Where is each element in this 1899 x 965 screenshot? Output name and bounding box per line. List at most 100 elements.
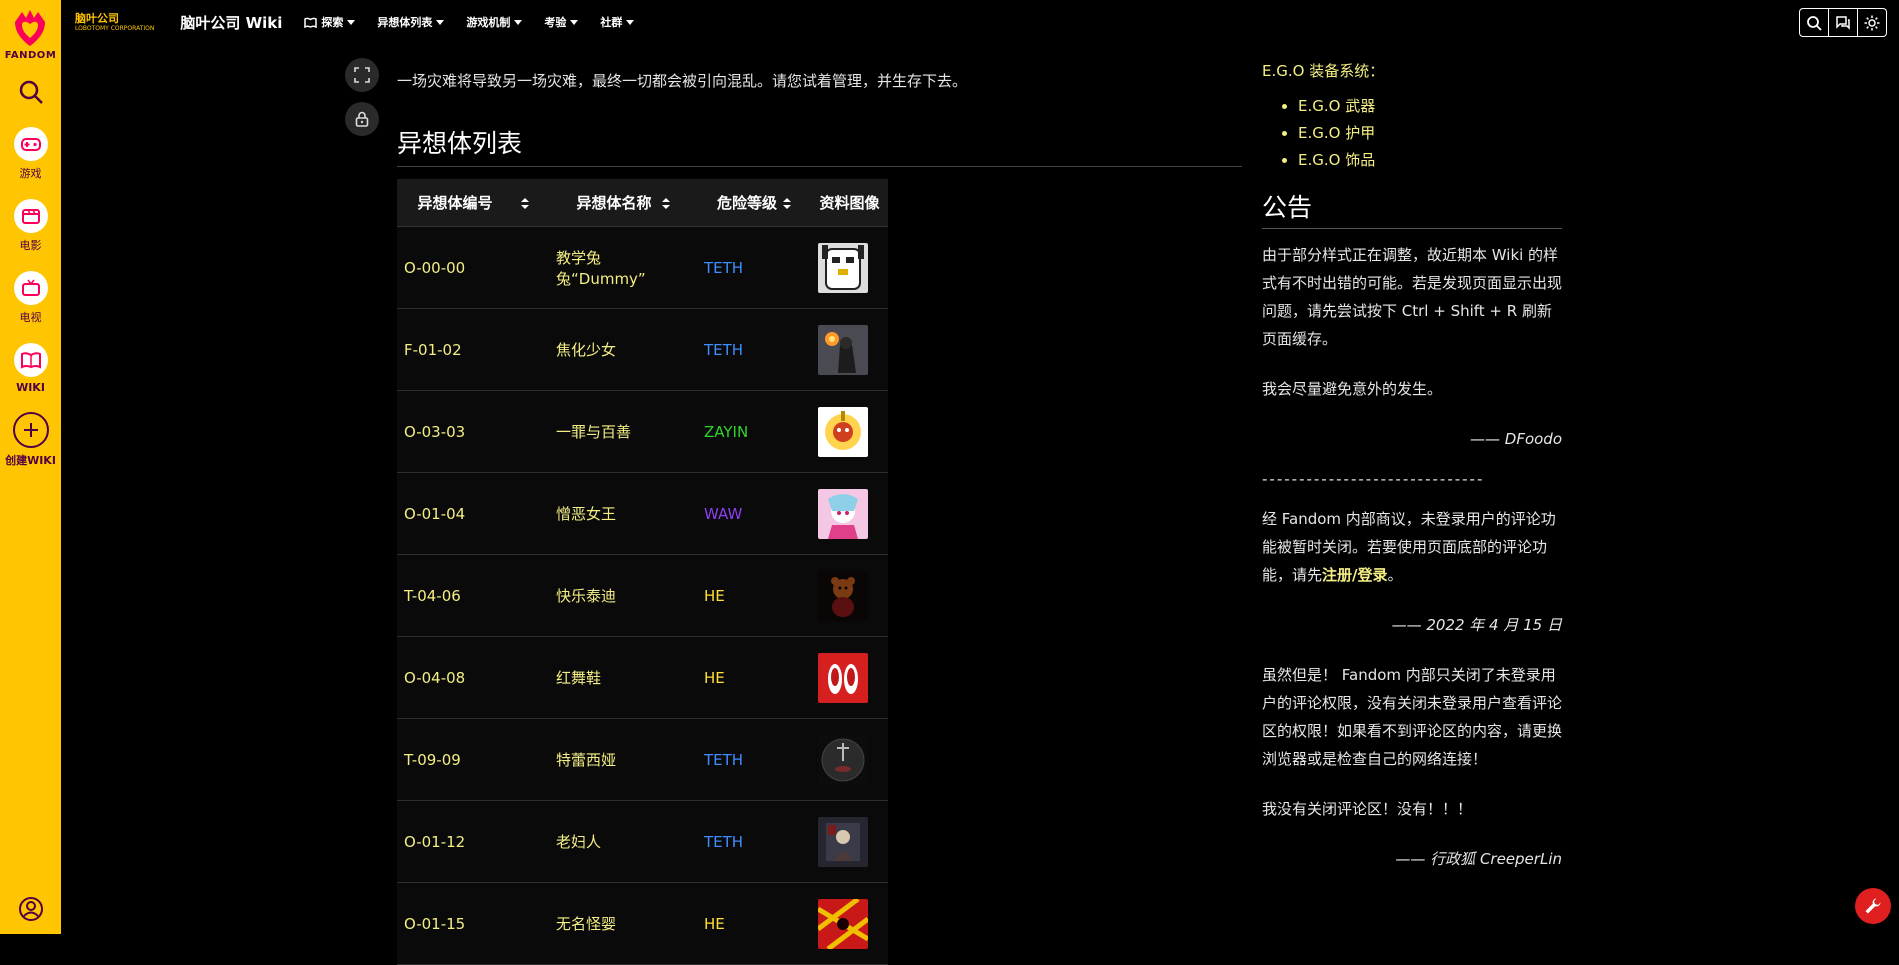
nav-abnormality-list[interactable]: 异想体列表 [377, 14, 445, 30]
chevron-down-icon [626, 19, 635, 25]
book-icon [304, 17, 318, 28]
table-header-row: 异想体编号 异想体名称 危险等级 资料图像 [397, 179, 888, 227]
table-row: O-01-12 老妇人 TETH [397, 800, 888, 883]
red-shoes-image[interactable] [818, 652, 868, 703]
image-cell [811, 226, 888, 309]
column-header-code[interactable]: 异想体编号 [397, 179, 549, 227]
signature: —— DFoodo [1470, 430, 1562, 448]
abnormality-name-link[interactable]: 快乐泰迪 [549, 554, 697, 637]
column-header-name[interactable]: 异想体名称 [549, 179, 697, 227]
film-icon [21, 209, 40, 224]
ego-armor-link[interactable]: E.G.O 护甲 [1298, 122, 1562, 143]
user-account-button[interactable] [0, 896, 61, 922]
fandom-logo[interactable]: FANDOM [5, 8, 57, 61]
sort-icon [661, 195, 670, 213]
announcement-title: 公告 [1262, 188, 1562, 229]
abnormality-name-link[interactable]: 老妇人 [549, 800, 697, 883]
rail-item-create-wiki[interactable]: 创建WIKI [5, 412, 56, 468]
site-logo[interactable]: 脑叶公司 LOBOTOMY CORPORATION [75, 12, 155, 32]
column-header-risk[interactable]: 危险等级 [697, 179, 811, 227]
one-sin-image[interactable] [818, 406, 868, 457]
header-label: 危险等级 [716, 194, 777, 212]
abnormality-name-link[interactable]: 一罪与百善 [549, 390, 697, 473]
table-row: O-04-08 红舞鞋 HE [397, 636, 888, 719]
expand-content-button[interactable] [345, 58, 379, 92]
table-row: T-09-09 特蕾西娅 TETH [397, 718, 888, 801]
announcement-paragraph: 我会尽量避免意外的发生。 [1262, 380, 1443, 398]
lock-icon [355, 111, 369, 127]
global-search-button[interactable] [18, 79, 44, 109]
scorched-girl-image[interactable] [818, 324, 868, 375]
abnormality-table: 异想体编号 异想体名称 危险等级 资料图像 O-00-00 教学兔兔“Dummy… [397, 179, 888, 965]
theresia-image[interactable] [818, 734, 868, 785]
abnormality-code: O-03-03 [397, 390, 549, 473]
nav-explore[interactable]: 探索 [304, 14, 356, 30]
ego-weapon-link[interactable]: E.G.O 武器 [1298, 95, 1562, 116]
header-tools [1799, 8, 1887, 37]
divider-line: ------------------------------ [1262, 470, 1485, 488]
abnormality-name-link[interactable]: 焦化少女 [549, 308, 697, 391]
nameless-fetus-image[interactable] [818, 898, 868, 949]
wiki-nav: 探索 异想体列表 游戏机制 考验 社群 [304, 14, 656, 30]
plus-icon [23, 423, 38, 437]
abnormality-code: O-01-04 [397, 472, 549, 555]
sort-icon [520, 195, 529, 213]
risk-level: HE [697, 882, 811, 965]
fandom-heart-icon [15, 10, 46, 46]
nav-game-mechanics[interactable]: 游戏机制 [466, 14, 523, 30]
risk-level: WAW [697, 472, 811, 555]
abnormality-code: O-01-12 [397, 800, 549, 883]
image-cell [811, 554, 888, 637]
image-cell [811, 718, 888, 801]
discussions-button[interactable] [1829, 8, 1858, 37]
ego-system-link[interactable]: E.G.O 装备系统： [1262, 60, 1562, 81]
image-cell [811, 636, 888, 719]
community-header: 脑叶公司 LOBOTOMY CORPORATION 脑叶公司 Wiki 探索 异… [61, 0, 1899, 44]
happy-teddy-image[interactable] [818, 570, 868, 621]
abnormality-name-link[interactable]: 特蕾西娅 [549, 718, 697, 801]
nav-label: 游戏机制 [466, 16, 511, 29]
site-logo-subtext: LOBOTOMY CORPORATION [75, 24, 155, 32]
image-cell [811, 472, 888, 555]
wiki-name[interactable]: 脑叶公司 Wiki [180, 12, 282, 33]
rail-item-tv[interactable]: 电视 [13, 271, 48, 325]
old-lady-image[interactable] [818, 816, 868, 867]
theme-toggle-button[interactable] [1858, 8, 1887, 37]
table-row: T-04-06 快乐泰迪 HE [397, 554, 888, 637]
nav-ordeals[interactable]: 考验 [544, 14, 579, 30]
abnormality-name-link[interactable]: 憎恶女王 [549, 472, 697, 555]
fandom-global-nav: FANDOM 游戏 电影 电视 WIKI 创建WIKI [0, 0, 61, 934]
signature: —— 行政狐 CreeperLin [1395, 850, 1562, 868]
column-header-image: 资料图像 [811, 179, 888, 227]
queen-of-hatred-image[interactable] [818, 488, 868, 539]
ego-gift-link[interactable]: E.G.O 饰品 [1298, 149, 1562, 170]
rail-item-movies[interactable]: 电影 [13, 199, 48, 253]
image-cell [811, 800, 888, 883]
rail-item-wiki[interactable]: WIKI [13, 343, 48, 394]
abnormality-name-link[interactable]: 无名怪婴 [549, 882, 697, 965]
announcement-paragraph: 虽然但是！ Fandom 内部只关闭了未登录用户的评论权限，没有关闭未登录用户查… [1262, 666, 1563, 768]
chevron-down-icon [514, 19, 523, 25]
risk-level: HE [697, 554, 811, 637]
rail-item-games[interactable]: 游戏 [13, 127, 48, 181]
page-lock-button[interactable] [345, 102, 379, 136]
image-cell [811, 308, 888, 391]
ego-list: E.G.O 武器 E.G.O 护甲 E.G.O 饰品 [1262, 95, 1562, 170]
gamepad-icon [20, 138, 41, 151]
nav-label: 探索 [321, 16, 344, 29]
nav-label: 考验 [544, 16, 567, 29]
admin-tools-button[interactable] [1855, 888, 1891, 924]
nav-community[interactable]: 社群 [600, 14, 635, 30]
sun-icon [1864, 15, 1880, 30]
risk-level: HE [697, 636, 811, 719]
register-login-link[interactable]: 注册/登录 [1322, 566, 1387, 584]
abnormality-name-link[interactable]: 教学兔兔“Dummy” [549, 226, 697, 309]
wiki-search-button[interactable] [1799, 8, 1829, 37]
abnormality-name-link[interactable]: 红舞鞋 [549, 636, 697, 719]
tv-icon [21, 279, 40, 296]
abnormality-code: T-09-09 [397, 718, 549, 801]
chevron-down-icon [570, 19, 579, 25]
table-row: O-01-04 憎恶女王 WAW [397, 472, 888, 555]
dummy-rabbit-image[interactable] [818, 242, 868, 293]
intro-text: 一场灾难将导致另一场灾难，最终一切都会被引向混乱。请您试着管理，并生存下去。 [397, 72, 968, 90]
